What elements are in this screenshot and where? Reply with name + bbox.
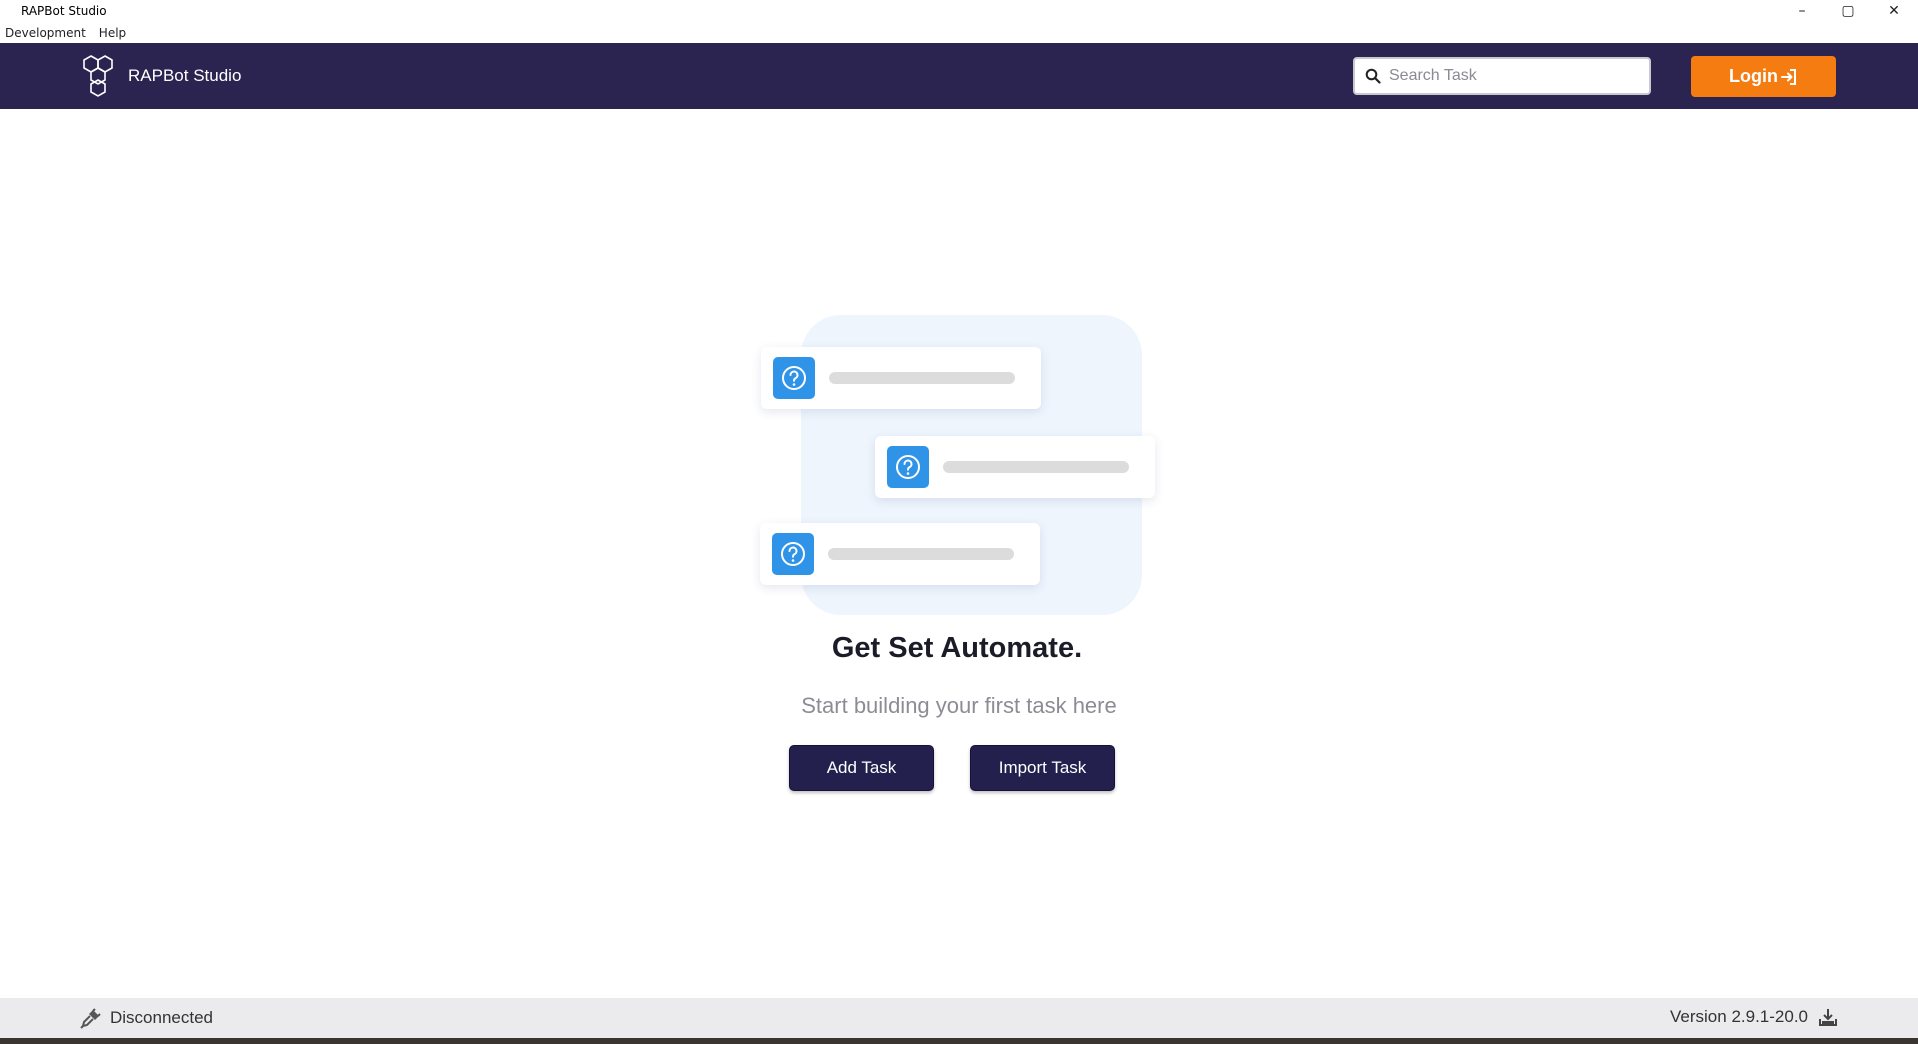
taskbar-edge	[0, 1038, 1918, 1044]
menu-help[interactable]: Help	[99, 26, 126, 40]
login-label: Login	[1729, 66, 1778, 86]
title-bar: RAPBot Studio – ▢ ✕	[0, 0, 1918, 22]
empty-state-headline: Get Set Automate.	[831, 632, 1083, 664]
import-task-button[interactable]: Import Task	[970, 745, 1115, 791]
placeholder-card	[875, 436, 1155, 498]
placeholder-bar	[943, 461, 1129, 473]
placeholder-bar	[829, 372, 1015, 384]
add-task-button[interactable]: Add Task	[789, 745, 934, 791]
placeholder-card	[761, 347, 1041, 409]
window-title: RAPBot Studio	[21, 4, 107, 18]
menu-bar: Development Help	[0, 22, 1918, 43]
empty-state-subline: Start building your first task here	[801, 693, 1117, 718]
question-icon	[772, 533, 814, 575]
menu-development[interactable]: Development	[5, 26, 86, 40]
connection-status[interactable]: Disconnected	[80, 1007, 213, 1029]
connection-status-label: Disconnected	[110, 1008, 214, 1027]
plug-icon	[80, 1008, 101, 1029]
hexagon-logo-icon	[83, 55, 113, 97]
status-bar: Disconnected Version 2.9.1-20.0	[0, 998, 1918, 1038]
close-button[interactable]: ✕	[1871, 0, 1917, 22]
question-icon	[887, 446, 929, 488]
minimize-button[interactable]: –	[1779, 0, 1825, 22]
login-arrow-icon	[1780, 68, 1796, 85]
search-box[interactable]	[1353, 57, 1651, 95]
download-icon[interactable]	[1818, 1007, 1838, 1027]
placeholder-bar	[828, 548, 1014, 560]
maximize-button[interactable]: ▢	[1825, 0, 1871, 22]
question-icon	[773, 357, 815, 399]
version-label: Version 2.9.1-20.0	[1670, 1007, 1808, 1026]
search-input[interactable]	[1389, 67, 1629, 85]
login-button[interactable]: Login	[1691, 56, 1836, 97]
brand-name: RAPBot Studio	[128, 66, 242, 85]
version-info: Version 2.9.1-20.0	[1670, 1007, 1838, 1027]
app-header: RAPBot Studio Login	[0, 43, 1918, 109]
placeholder-card	[760, 523, 1040, 585]
search-icon	[1365, 68, 1381, 84]
brand[interactable]: RAPBot Studio	[78, 54, 241, 98]
